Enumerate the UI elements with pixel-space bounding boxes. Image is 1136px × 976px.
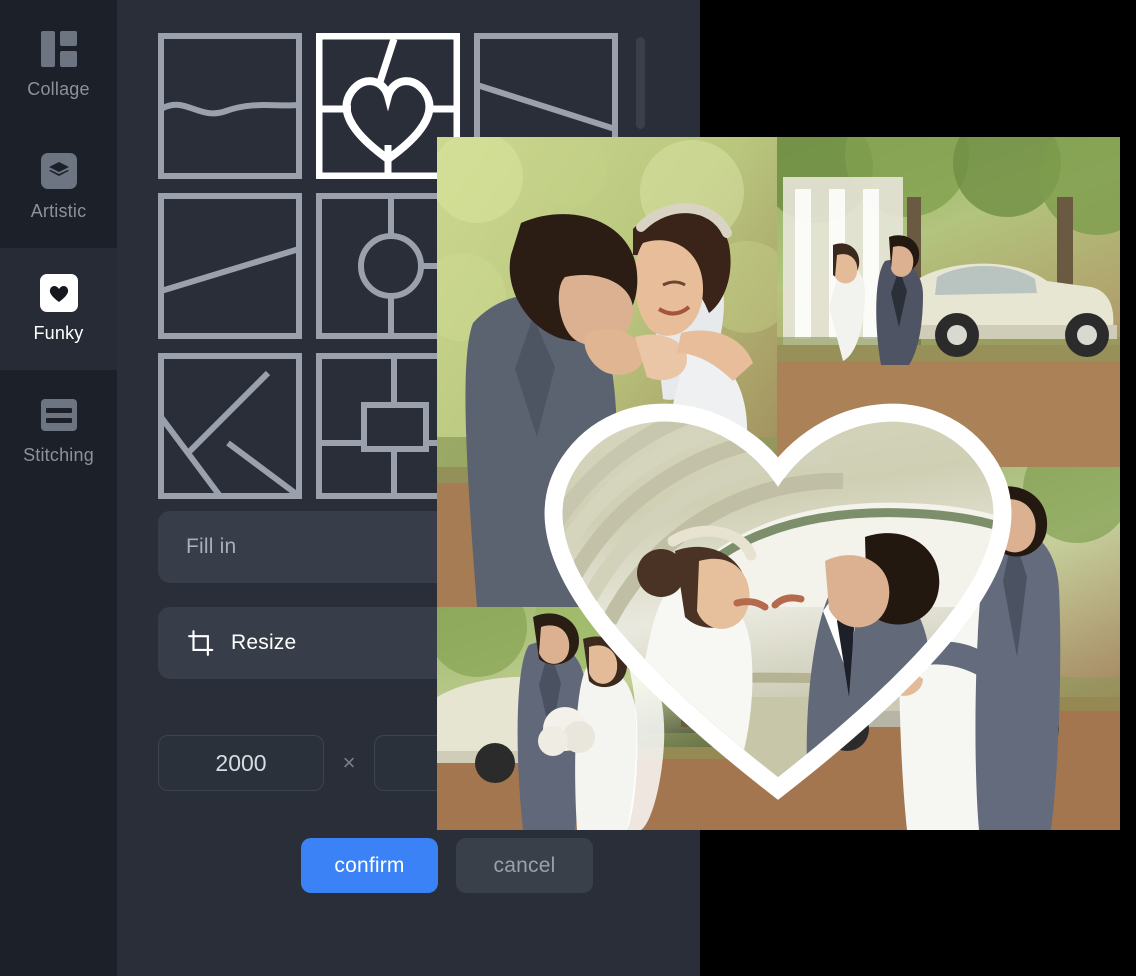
template-thumb-slant[interactable] [158, 193, 302, 339]
sidebar-item-stitching[interactable]: Stitching [0, 370, 117, 492]
sidebar-item-collage[interactable]: Collage [0, 4, 117, 126]
collage-icon [40, 30, 78, 68]
layers-icon [40, 152, 78, 190]
sidebar-item-label-funky: Funky [33, 323, 84, 343]
resize-label: Resize [231, 631, 297, 654]
template-thumb-zigzag[interactable] [158, 353, 302, 499]
sidebar-item-artistic[interactable]: Artistic [0, 126, 117, 248]
sidebar-item-label-stitching: Stitching [23, 445, 94, 465]
sidebar: Collage Artistic Funky Stitching [0, 0, 117, 976]
template-scrollbar-thumb[interactable] [636, 37, 645, 129]
fill-in-label: Fill in [186, 535, 237, 558]
size-separator: × [342, 750, 356, 775]
collage-preview[interactable] [437, 137, 1120, 830]
stitching-icon [40, 396, 78, 434]
sidebar-item-funky[interactable]: Funky [0, 248, 117, 370]
cancel-button[interactable]: cancel [456, 838, 593, 893]
template-thumb-wave[interactable] [158, 33, 302, 179]
sidebar-item-label-collage: Collage [27, 79, 90, 99]
action-buttons: confirm cancel [301, 838, 593, 893]
heart-icon [39, 274, 78, 312]
sidebar-item-label-artistic: Artistic [30, 201, 87, 221]
width-input[interactable] [158, 735, 324, 791]
crop-icon [186, 628, 216, 658]
collage-preview-image [437, 137, 1120, 830]
confirm-button[interactable]: confirm [301, 838, 438, 893]
